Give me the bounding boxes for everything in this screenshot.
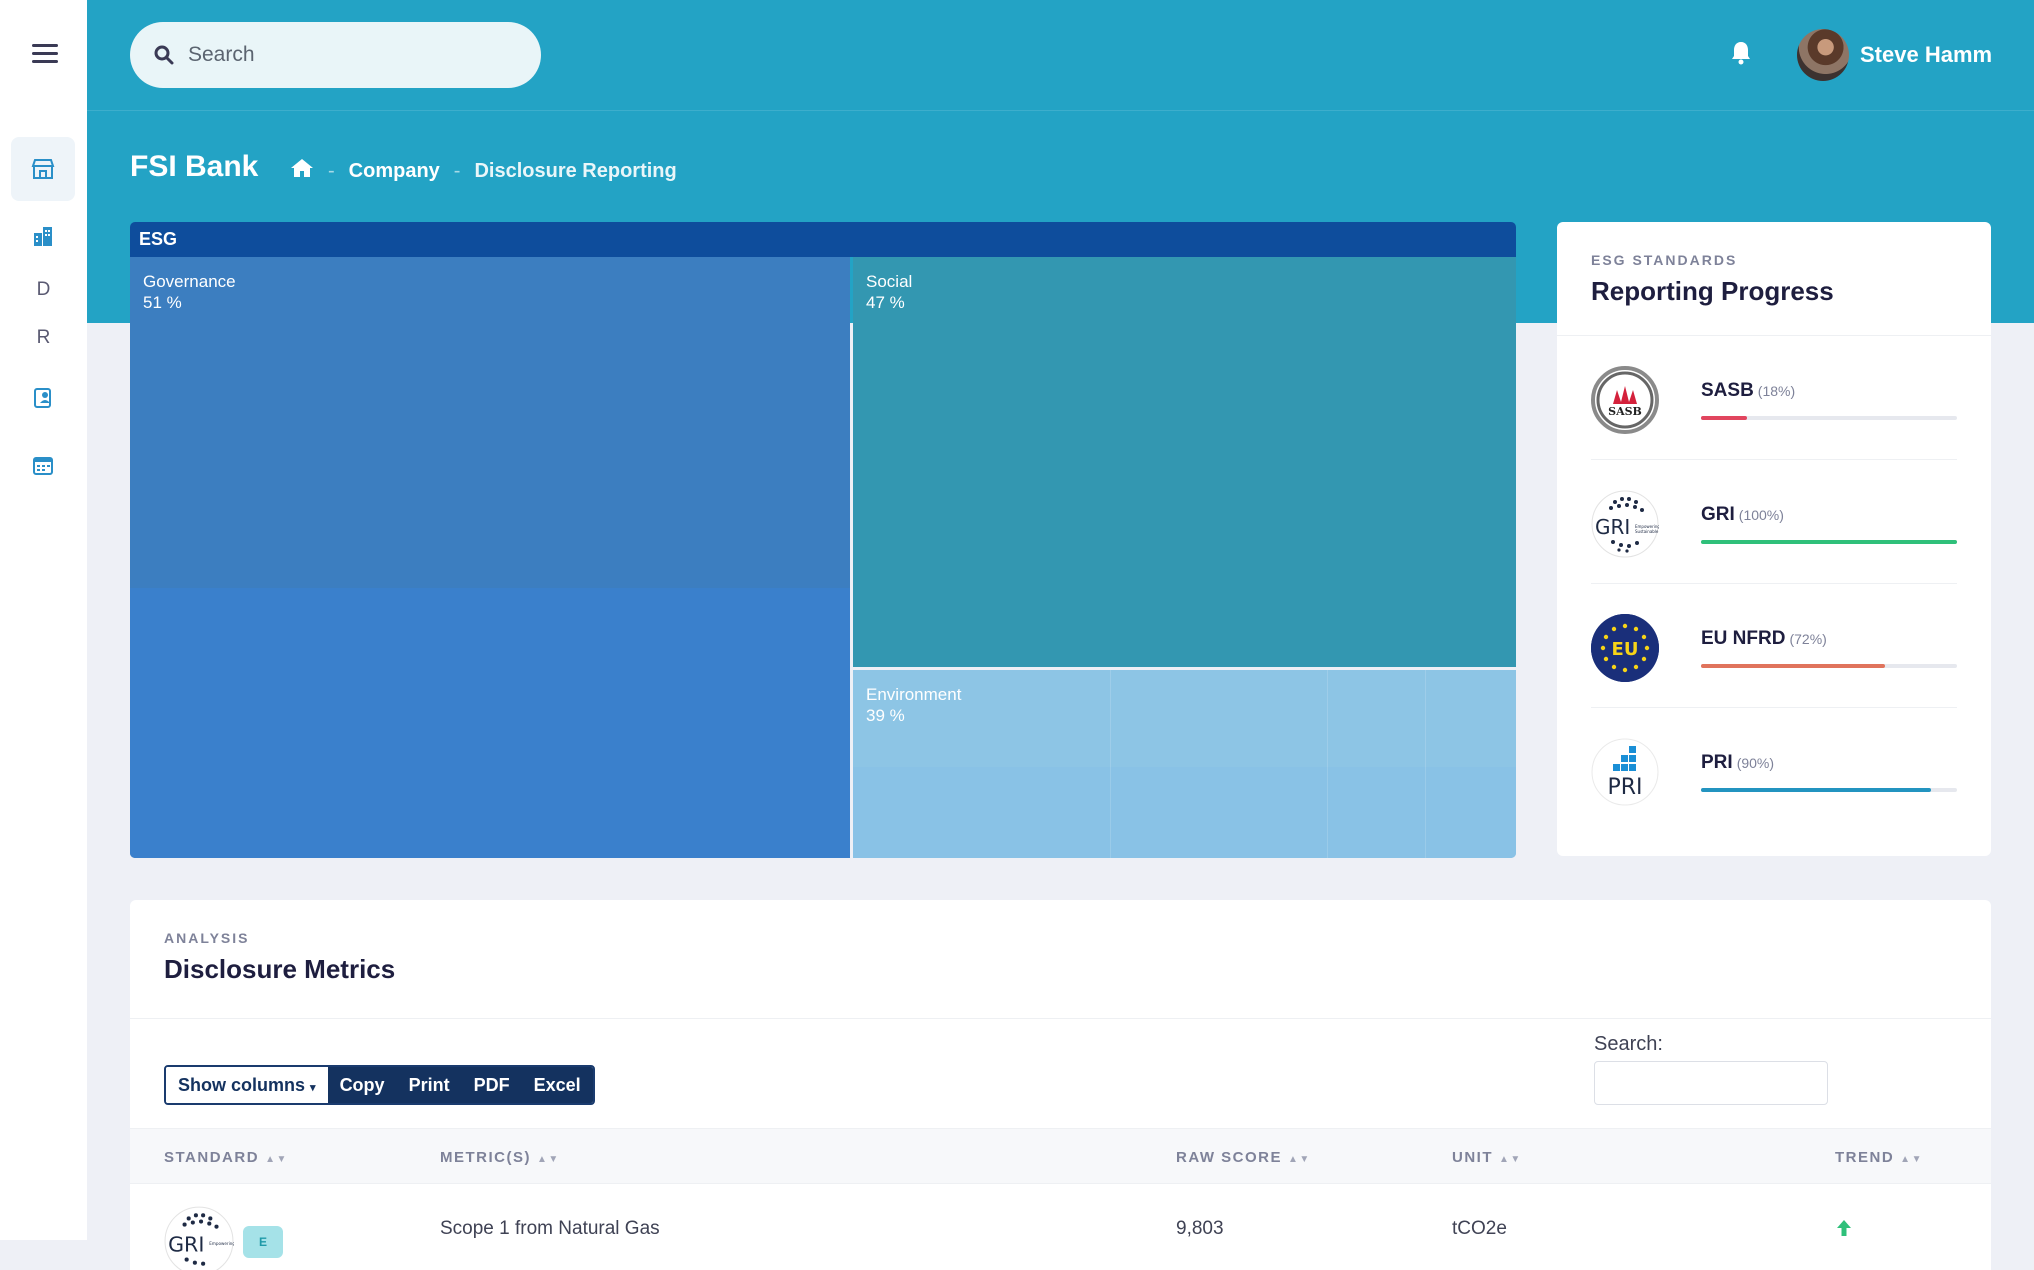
topbar-divider: [87, 110, 2034, 111]
reporting-progress-card: ESG STANDARDS Reporting Progress SASB SA…: [1557, 222, 1991, 856]
page-title: FSI Bank: [130, 150, 259, 183]
card-eyebrow: ANALYSIS: [164, 930, 250, 946]
column-header-unit[interactable]: UNIT ▲▼: [1452, 1149, 1522, 1166]
standard-row-pri[interactable]: PRI PRI (90%): [1591, 708, 1957, 832]
treemap-value-social: 47 %: [866, 293, 905, 312]
card-title: Reporting Progress: [1591, 276, 1834, 306]
progress-fill: [1701, 540, 1957, 544]
standard-name: GRI: [1701, 504, 1735, 525]
svg-text:Sustainable: Sustainable: [1635, 529, 1659, 534]
search-box[interactable]: [130, 22, 541, 88]
column-header-metrics[interactable]: METRIC(S) ▲▼: [440, 1149, 560, 1166]
category-badge: E: [243, 1226, 283, 1258]
treemap-cell-environment[interactable]: Environment 39 %: [853, 670, 1516, 858]
treemap-root-label[interactable]: ESG: [130, 222, 1516, 257]
breadcrumb-current: Disclosure Reporting: [474, 159, 677, 182]
svg-text:PRI: PRI: [1607, 775, 1642, 800]
treemap-label-governance: Governance: [143, 272, 236, 291]
svg-text:EU: EU: [1612, 639, 1639, 660]
table-row[interactable]: Scope 1 from Natural Gas 9,803 tCO2e: [130, 1184, 1991, 1270]
standard-name: PRI: [1701, 752, 1733, 773]
sidebar-item-r[interactable]: R: [0, 327, 87, 349]
treemap-value-environment: 39 %: [866, 706, 905, 725]
standard-percent: (100%): [1738, 507, 1784, 523]
sidebar-item-d[interactable]: D: [0, 279, 87, 301]
treemap-label-social: Social: [866, 272, 913, 291]
standard-name: EU NFRD: [1701, 628, 1786, 649]
standard-percent: (18%): [1757, 383, 1796, 399]
treemap-value-governance: 51 %: [143, 293, 182, 312]
search-icon: [154, 45, 174, 65]
breadcrumb-separator: -: [328, 159, 335, 182]
sort-icon: ▲▼: [265, 1154, 288, 1165]
svg-text:SASB: SASB: [1608, 405, 1642, 418]
breadcrumb-separator: -: [453, 159, 461, 182]
column-header-standard[interactable]: STANDARD ▲▼: [164, 1149, 288, 1166]
standard-row-sasb[interactable]: SASB SASB (18%): [1591, 336, 1957, 460]
standard-name: SASB: [1701, 380, 1754, 401]
table-header: STANDARD ▲▼ METRIC(S) ▲▼ RAW SCORE ▲▼ UNIT ▲…: [130, 1128, 1991, 1184]
breadcrumb: - Company - Disclosure Reporting: [290, 157, 677, 185]
eu-flag-logo-icon: EU: [1591, 614, 1659, 682]
caret-down-icon: ▾: [310, 1081, 316, 1094]
sort-icon: ▲▼: [1900, 1154, 1923, 1165]
card-eyebrow: ESG STANDARDS: [1591, 252, 1738, 268]
raw-score-cell: 9,803: [1176, 1218, 1224, 1239]
hamburger-menu-icon[interactable]: [32, 44, 58, 64]
treemap-cell-social[interactable]: Social 47 %: [853, 257, 1516, 667]
contact-card-icon[interactable]: [11, 366, 75, 430]
copy-button[interactable]: Copy: [327, 1067, 397, 1103]
sort-icon: ▲▼: [537, 1154, 560, 1165]
svg-text:GRI: GRI: [168, 1232, 204, 1256]
treemap-cell-governance[interactable]: Governance 51 %: [130, 257, 850, 858]
buildings-icon[interactable]: [11, 204, 75, 268]
svg-text:GRI: GRI: [1595, 515, 1630, 539]
user-name[interactable]: Steve Hamm: [1860, 42, 1992, 68]
card-divider: [130, 1018, 1991, 1019]
progress-fill: [1701, 664, 1886, 668]
gri-logo-icon: GRI Empowering Sustainable: [1591, 490, 1659, 558]
sasb-logo-icon: SASB: [1591, 366, 1659, 434]
standard-row-eu-nfrd[interactable]: EU EU NFRD (72%): [1591, 584, 1957, 708]
sort-icon: ▲▼: [1499, 1154, 1522, 1165]
breadcrumb-company[interactable]: Company: [349, 160, 440, 183]
pri-logo-icon: PRI: [1591, 738, 1659, 806]
unit-cell: tCO2e: [1452, 1218, 1507, 1239]
calendar-icon[interactable]: [11, 433, 75, 497]
progress-fill: [1701, 788, 1932, 792]
search-input[interactable]: [188, 43, 508, 67]
svg-text:Empowering: Empowering: [209, 1241, 234, 1246]
column-header-raw-score[interactable]: RAW SCORE ▲▼: [1176, 1149, 1311, 1166]
avatar[interactable]: [1797, 29, 1849, 81]
metric-cell: Scope 1 from Natural Gas: [440, 1218, 660, 1239]
store-icon[interactable]: [11, 137, 75, 201]
column-header-trend[interactable]: TREND ▲▼: [1835, 1149, 1923, 1166]
progress-bar: [1701, 416, 1957, 420]
treemap-label-environment: Environment: [866, 685, 962, 704]
sort-icon: ▲▼: [1288, 1154, 1311, 1165]
progress-fill: [1701, 416, 1748, 420]
standard-percent: (90%): [1736, 755, 1775, 771]
esg-treemap: ESG Governance 51 % Social 47 % Environm…: [130, 222, 1516, 858]
gri-logo-icon: GRI Empowering: [164, 1206, 235, 1270]
notification-bell-icon[interactable]: [1730, 40, 1752, 71]
home-icon[interactable]: [290, 157, 314, 185]
standard-percent: (72%): [1789, 631, 1827, 647]
progress-bar: [1701, 540, 1957, 544]
pdf-button[interactable]: PDF: [461, 1067, 522, 1103]
excel-button[interactable]: Excel: [521, 1067, 593, 1103]
sidebar: D R: [0, 0, 87, 1240]
card-title: Disclosure Metrics: [164, 954, 396, 984]
table-search-input[interactable]: [1594, 1061, 1828, 1105]
progress-bar: [1701, 664, 1957, 668]
trend-up-icon: [1835, 1218, 1853, 1244]
table-export-buttons: Show columns ▾ Copy Print PDF Excel: [164, 1065, 595, 1105]
print-button[interactable]: Print: [396, 1067, 462, 1103]
show-columns-button[interactable]: Show columns ▾: [166, 1067, 328, 1103]
progress-bar: [1701, 788, 1957, 792]
standard-row-gri[interactable]: GRI Empowering Sustainable GRI (100%): [1591, 460, 1957, 584]
